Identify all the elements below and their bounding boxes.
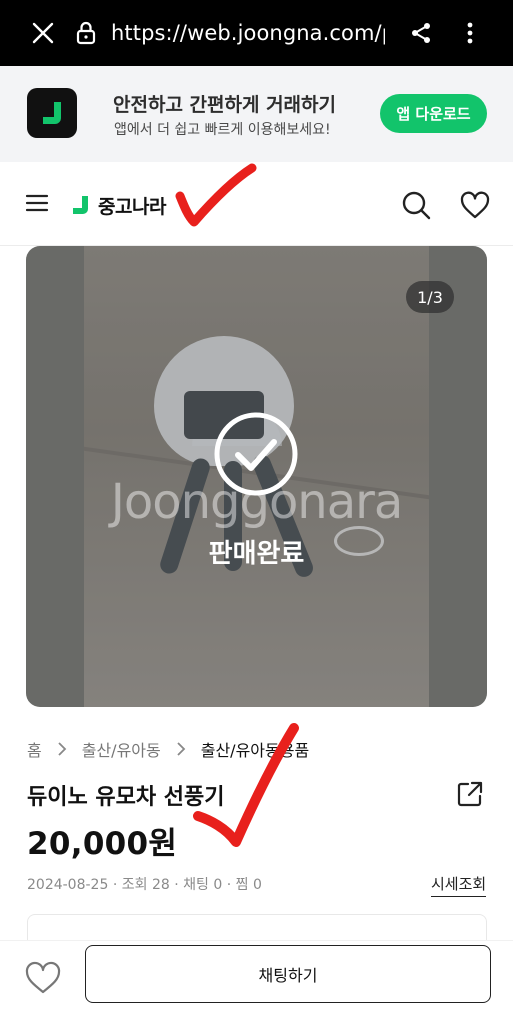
lock-icon <box>73 20 99 46</box>
breadcrumb-home[interactable]: 홈 <box>27 737 42 761</box>
hamburger-menu-icon[interactable] <box>25 191 49 215</box>
chat-button[interactable]: 채팅하기 <box>85 945 491 1003</box>
browser-toolbar: https://web.joongna.com/product/ <box>0 0 513 66</box>
market-price-link[interactable]: 시세조회 <box>431 873 487 897</box>
chat-count: 채팅 0 <box>183 877 223 893</box>
chevron-right-icon <box>177 742 186 756</box>
banner-title: 안전하고 간편하게 거래하기 <box>113 94 336 116</box>
post-date: 2024-08-25 <box>27 877 109 893</box>
sold-status-label: 판매완료 <box>208 539 305 569</box>
chevron-right-icon <box>58 742 67 756</box>
red-checkmark-annotation <box>193 723 299 847</box>
close-icon[interactable] <box>27 17 59 49</box>
search-icon[interactable] <box>400 189 432 221</box>
app-download-button[interactable]: 앱 다운로드 <box>380 94 487 133</box>
more-options-icon[interactable] <box>455 18 485 48</box>
external-share-icon[interactable] <box>455 779 485 809</box>
view-count: 조회 28 <box>121 877 170 893</box>
image-counter: 1/3 <box>406 281 454 313</box>
share-icon[interactable] <box>406 18 436 48</box>
brand-name: 중고나라 <box>98 196 166 218</box>
breadcrumb-category[interactable]: 출산/유아동 <box>82 737 161 761</box>
app-download-banner: 안전하고 간편하게 거래하기 앱에서 더 쉽고 빠르게 이용해보세요! 앱 다운… <box>0 66 513 162</box>
product-price: 20,000원 <box>27 826 178 862</box>
product-image-carousel[interactable]: Joonggonara 1/3 판매완료 <box>26 246 487 707</box>
brand-mark-icon <box>73 195 88 214</box>
sold-check-icon <box>213 411 299 497</box>
heart-icon[interactable] <box>459 189 491 221</box>
product-meta: 2024-08-25 · 조회 28 · 채팅 0 · 찜 0 <box>27 877 262 893</box>
red-checkmark-annotation <box>175 163 257 227</box>
app-logo-icon <box>27 88 77 138</box>
like-count: 찜 0 <box>235 877 262 893</box>
url-bar[interactable]: https://web.joongna.com/product/ <box>111 21 385 45</box>
banner-subtitle: 앱에서 더 쉽고 빠르게 이용해보세요! <box>114 122 331 138</box>
brand-logo[interactable]: 중고나라 <box>70 192 166 219</box>
bottom-action-bar: 채팅하기 <box>0 940 513 1024</box>
like-heart-icon[interactable] <box>23 958 63 998</box>
